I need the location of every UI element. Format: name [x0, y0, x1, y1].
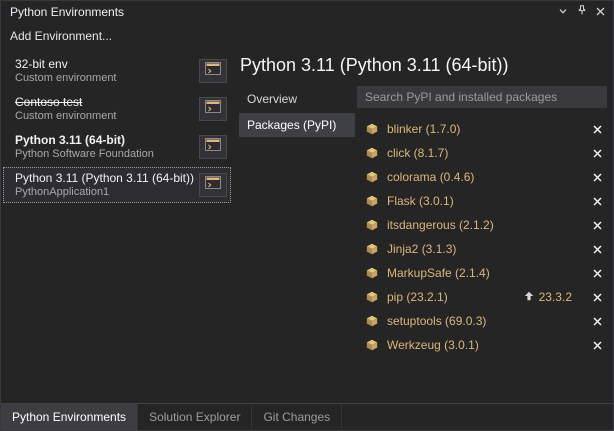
uninstall-package-button[interactable] [588, 240, 606, 258]
package-row[interactable]: setuptools (69.0.3) [366, 309, 609, 333]
env-description: Custom environment [15, 110, 195, 123]
package-icon [366, 339, 380, 351]
package-name[interactable]: pip (23.2.1) [387, 290, 524, 304]
package-name[interactable]: itsdangerous (2.1.2) [387, 218, 588, 232]
env-item-contoso-test[interactable]: Contoso test Custom environment [3, 91, 231, 127]
env-description: PythonApplication1 [15, 186, 195, 199]
auto-hide-pin-button[interactable] [573, 4, 590, 21]
uninstall-package-button[interactable] [588, 192, 606, 210]
close-icon [596, 3, 605, 21]
interactive-window-icon [205, 62, 221, 80]
chevron-down-icon [558, 3, 568, 21]
update-package-button[interactable]: 23.3.2 [524, 288, 572, 306]
interactive-window-icon [205, 100, 221, 118]
package-icon [366, 243, 380, 255]
env-item-32-bit-env[interactable]: 32-bit env Custom environment [3, 53, 231, 89]
package-icon [366, 267, 380, 279]
uninstall-package-button[interactable] [588, 312, 606, 330]
env-text: Python 3.11 (64-bit) Python Software Fou… [15, 133, 195, 161]
arrow-up-icon [524, 288, 534, 306]
env-item-python-311-64-bit[interactable]: Python 3.11 (64-bit) Python Software Fou… [3, 129, 231, 165]
package-row[interactable]: Jinja2 (3.1.3) [366, 237, 609, 261]
package-row[interactable]: Flask (3.0.1) [366, 189, 609, 213]
env-description: Custom environment [15, 72, 195, 85]
env-text: Python 3.11 (Python 3.11 (64-bit)) Pytho… [15, 171, 195, 199]
update-version: 23.3.2 [539, 290, 572, 304]
titlebar[interactable]: Python Environments [1, 1, 613, 23]
uninstall-package-button[interactable] [588, 168, 606, 186]
environment-detail-pane: Python 3.11 (Python 3.11 (64-bit)) Overv… [233, 48, 613, 403]
uninstall-package-button[interactable] [588, 144, 606, 162]
package-row[interactable]: Werkzeug (3.0.1) [366, 333, 609, 357]
open-interactive-window-button[interactable] [199, 97, 227, 121]
tab-packages-pypi[interactable]: Packages (PyPI) [239, 113, 355, 137]
package-icon [366, 195, 380, 207]
package-name[interactable]: MarkupSafe (2.1.4) [387, 266, 588, 280]
package-row[interactable]: MarkupSafe (2.1.4) [366, 261, 609, 285]
open-interactive-window-button[interactable] [199, 59, 227, 83]
environment-list: 32-bit env Custom environment Contoso te… [1, 48, 233, 403]
python-environments-window: Python Environments Add Environment... 3… [0, 0, 614, 431]
package-list: blinker (1.7.0) click (8.1.7) colorama (… [355, 117, 609, 403]
uninstall-package-button[interactable] [588, 216, 606, 234]
detail-body: Overview Packages (PyPI) blinker (1.7.0) [239, 86, 609, 403]
package-icon [366, 315, 380, 327]
uninstall-package-button[interactable] [588, 288, 606, 306]
tab-git-changes[interactable]: Git Changes [252, 404, 342, 430]
tab-overview[interactable]: Overview [239, 87, 355, 111]
packages-panel: blinker (1.7.0) click (8.1.7) colorama (… [355, 86, 609, 403]
env-name: Python 3.11 (64-bit) [15, 133, 195, 148]
package-name[interactable]: colorama (0.4.6) [387, 170, 588, 184]
package-icon [366, 219, 380, 231]
package-row[interactable]: click (8.1.7) [366, 141, 609, 165]
add-environment-link[interactable]: Add Environment... [1, 23, 120, 48]
env-name: 32-bit env [15, 57, 195, 72]
package-row[interactable]: colorama (0.4.6) [366, 165, 609, 189]
window-position-button[interactable] [554, 4, 571, 21]
main-content: 32-bit env Custom environment Contoso te… [1, 48, 613, 403]
package-row[interactable]: blinker (1.7.0) [366, 117, 609, 141]
env-description: Python Software Foundation [15, 148, 195, 161]
window-title: Python Environments [10, 5, 552, 19]
package-icon [366, 123, 380, 135]
uninstall-package-button[interactable] [588, 264, 606, 282]
package-name[interactable]: blinker (1.7.0) [387, 122, 588, 136]
package-name[interactable]: setuptools (69.0.3) [387, 314, 588, 328]
tab-solution-explorer[interactable]: Solution Explorer [138, 404, 252, 430]
env-name: Python 3.11 (Python 3.11 (64-bit)) [15, 171, 195, 186]
uninstall-package-button[interactable] [588, 120, 606, 138]
package-row-pip[interactable]: pip (23.2.1) 23.3.2 [366, 285, 609, 309]
environment-title: Python 3.11 (Python 3.11 (64-bit)) [239, 48, 609, 86]
package-name[interactable]: click (8.1.7) [387, 146, 588, 160]
env-text: Contoso test Custom environment [15, 95, 195, 123]
interactive-window-icon [205, 176, 221, 194]
package-name[interactable]: Jinja2 (3.1.3) [387, 242, 588, 256]
env-text: 32-bit env Custom environment [15, 57, 195, 85]
package-name[interactable]: Werkzeug (3.0.1) [387, 338, 588, 352]
tab-python-environments[interactable]: Python Environments [1, 404, 138, 430]
uninstall-package-button[interactable] [588, 336, 606, 354]
package-row[interactable]: itsdangerous (2.1.2) [366, 213, 609, 237]
open-interactive-window-button[interactable] [199, 173, 227, 197]
bottom-tab-strip: Python Environments Solution Explorer Gi… [1, 403, 613, 430]
package-icon [366, 147, 380, 159]
env-item-python-311-project[interactable]: Python 3.11 (Python 3.11 (64-bit)) Pytho… [3, 167, 231, 203]
package-name[interactable]: Flask (3.0.1) [387, 194, 588, 208]
interactive-window-icon [205, 138, 221, 156]
env-name: Contoso test [15, 95, 195, 110]
detail-tabs: Overview Packages (PyPI) [239, 86, 355, 403]
search-input[interactable] [357, 86, 607, 108]
close-button[interactable] [592, 4, 609, 21]
package-icon [366, 291, 380, 303]
package-icon [366, 171, 380, 183]
pin-icon [577, 3, 587, 21]
open-interactive-window-button[interactable] [199, 135, 227, 159]
